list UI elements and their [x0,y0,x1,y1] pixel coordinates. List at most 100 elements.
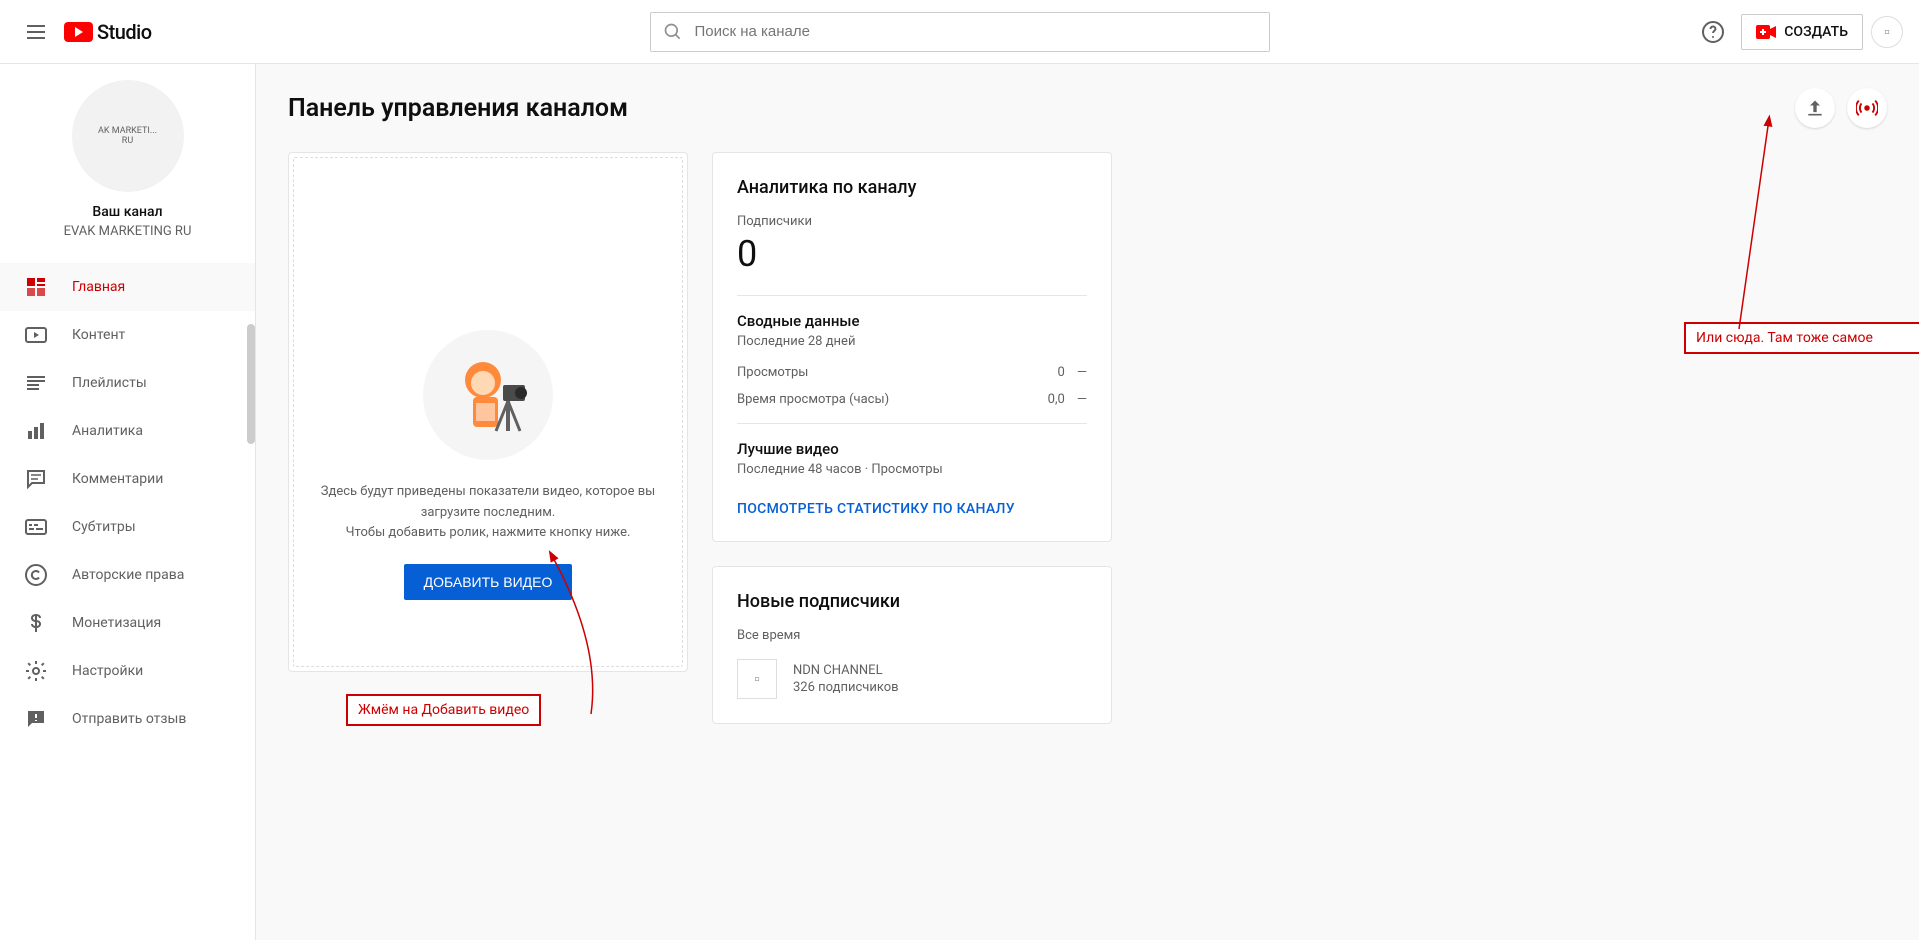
view-analytics-link[interactable]: ПОСМОТРЕТЬ СТАТИСТИКУ ПО КАНАЛУ [737,501,1015,517]
copyright-icon [24,563,48,587]
broken-image-icon: ▫ [1884,22,1890,42]
feedback-icon [24,707,48,731]
upload-illustration [413,320,563,470]
create-label: СОЗДАТЬ [1784,24,1848,40]
help-button[interactable] [1693,12,1733,52]
sidebar-item-monetization[interactable]: Монетизация [0,599,255,647]
sidebar-item-playlists[interactable]: Плейлисты [0,359,255,407]
video-icon [24,323,48,347]
channel-block: AK MARKETI... RU Ваш канал EVAK MARKETIN… [0,64,255,263]
your-channel-label: Ваш канал [0,204,255,220]
scrollbar[interactable] [247,324,255,444]
sidebar-item-analytics[interactable]: Аналитика [0,407,255,455]
watch-value: 0,0 [1048,392,1065,407]
help-icon [1701,20,1725,44]
upload-text: Здесь будут приведены показатели видео, … [318,482,658,544]
subscriber-info: NDN CHANNEL 326 подписчиков [793,663,899,695]
menu-toggle[interactable] [16,12,56,52]
channel-name: EVAK MARKETING RU [0,224,255,239]
broken-image-icon: ▫ [754,669,760,689]
account-avatar[interactable]: ▫ [1871,16,1903,48]
nav-label: Плейлисты [72,375,147,391]
top-videos-period: Последние 48 часов · Просмотры [737,462,1087,477]
nav-label: Монетизация [72,615,161,631]
sidebar-item-comments[interactable]: Комментарии [0,455,255,503]
dollar-icon [24,611,48,635]
summary-period: Последние 28 дней [737,334,1087,349]
subscriber-name: NDN CHANNEL [793,663,899,678]
go-live-button[interactable] [1847,88,1887,128]
upload-dashed-area: Здесь будут приведены показатели видео, … [293,157,683,667]
dashboard-icon [24,275,48,299]
new-subscribers-card: Новые подписчики Все время ▫ NDN CHANNEL… [712,566,1112,724]
playlist-icon [24,371,48,395]
search-icon [663,22,683,42]
trend-dash: — [1077,392,1087,407]
hamburger-icon [24,20,48,44]
upload-button[interactable] [1795,88,1835,128]
analytics-icon [24,419,48,443]
youtube-icon [64,22,93,42]
page-header: Панель управления каналом [288,88,1887,128]
views-value: 0 [1058,365,1065,380]
annotation-left: Жмём на Добавить видео [346,694,541,726]
logo-text: Studio [97,20,152,44]
logo[interactable]: Studio [64,20,152,44]
comments-icon [24,467,48,491]
trend-dash: — [1077,365,1087,380]
sidebar-item-feedback[interactable]: Отправить отзыв [0,695,255,743]
subscribers-count: 0 [737,233,1087,275]
new-subs-period: Все время [737,628,1087,643]
person-camera-icon [448,355,548,455]
analytics-card: Аналитика по каналу Подписчики 0 Сводные… [712,152,1112,542]
nav-label: Отправить отзыв [72,711,186,727]
analytics-title: Аналитика по каналу [737,177,1087,198]
main-layout: AK MARKETI... RU Ваш канал EVAK MARKETIN… [0,64,1919,940]
upload-video-card: Здесь будут приведены показатели видео, … [288,152,688,672]
metric-views: Просмотры 0 — [737,365,1087,380]
nav-label: Комментарии [72,471,163,487]
upload-text-1: Здесь будут приведены показатели видео, … [318,482,658,524]
channel-avatar[interactable]: AK MARKETI... RU [72,80,184,192]
page-title: Панель управления каналом [288,94,628,123]
create-button[interactable]: СОЗДАТЬ [1741,14,1863,50]
watch-label: Время просмотра (часы) [737,392,889,407]
subscribers-label: Подписчики [737,214,1087,229]
sidebar-item-settings[interactable]: Настройки [0,647,255,695]
upload-icon [1805,98,1825,118]
sidebar: AK MARKETI... RU Ваш канал EVAK MARKETIN… [0,64,256,940]
nav-label: Аналитика [72,423,143,439]
avatar-text: AK MARKETI... RU [98,126,157,146]
upload-text-2: Чтобы добавить ролик, нажмите кнопку ниж… [318,523,658,544]
nav-label: Главная [72,279,125,295]
nav-label: Настройки [72,663,143,679]
page-actions [1795,88,1887,128]
create-video-icon [1756,25,1776,39]
search-container [650,12,1270,52]
metric-watchtime: Время просмотра (часы) 0,0 — [737,392,1087,407]
search-input[interactable] [695,23,1257,40]
nav-label: Авторские права [72,567,184,583]
divider [737,295,1087,296]
add-video-button[interactable]: ДОБАВИТЬ ВИДЕО [404,564,573,600]
header: Studio СОЗДАТЬ ▫ [0,0,1919,64]
views-label: Просмотры [737,365,808,380]
top-videos-title: Лучшие видео [737,440,1087,458]
sidebar-item-copyright[interactable]: Авторские права [0,551,255,599]
analytics-column: Аналитика по каналу Подписчики 0 Сводные… [712,152,1112,724]
sidebar-item-content[interactable]: Контент [0,311,255,359]
nav-label: Контент [72,327,125,343]
subscriber-item[interactable]: ▫ NDN CHANNEL 326 подписчиков [737,659,1087,699]
nav-label: Субтитры [72,519,136,535]
subscriber-avatar: ▫ [737,659,777,699]
divider [737,423,1087,424]
content-area: Панель управления каналом [256,64,1919,940]
sidebar-item-subtitles[interactable]: Субтитры [0,503,255,551]
search-box[interactable] [650,12,1270,52]
header-actions: СОЗДАТЬ ▫ [1693,12,1903,52]
summary-title: Сводные данные [737,312,1087,330]
sidebar-item-dashboard[interactable]: Главная [0,263,255,311]
dashboard-cards: Здесь будут приведены показатели видео, … [288,152,1887,724]
live-icon [1856,97,1878,119]
subtitles-icon [24,515,48,539]
